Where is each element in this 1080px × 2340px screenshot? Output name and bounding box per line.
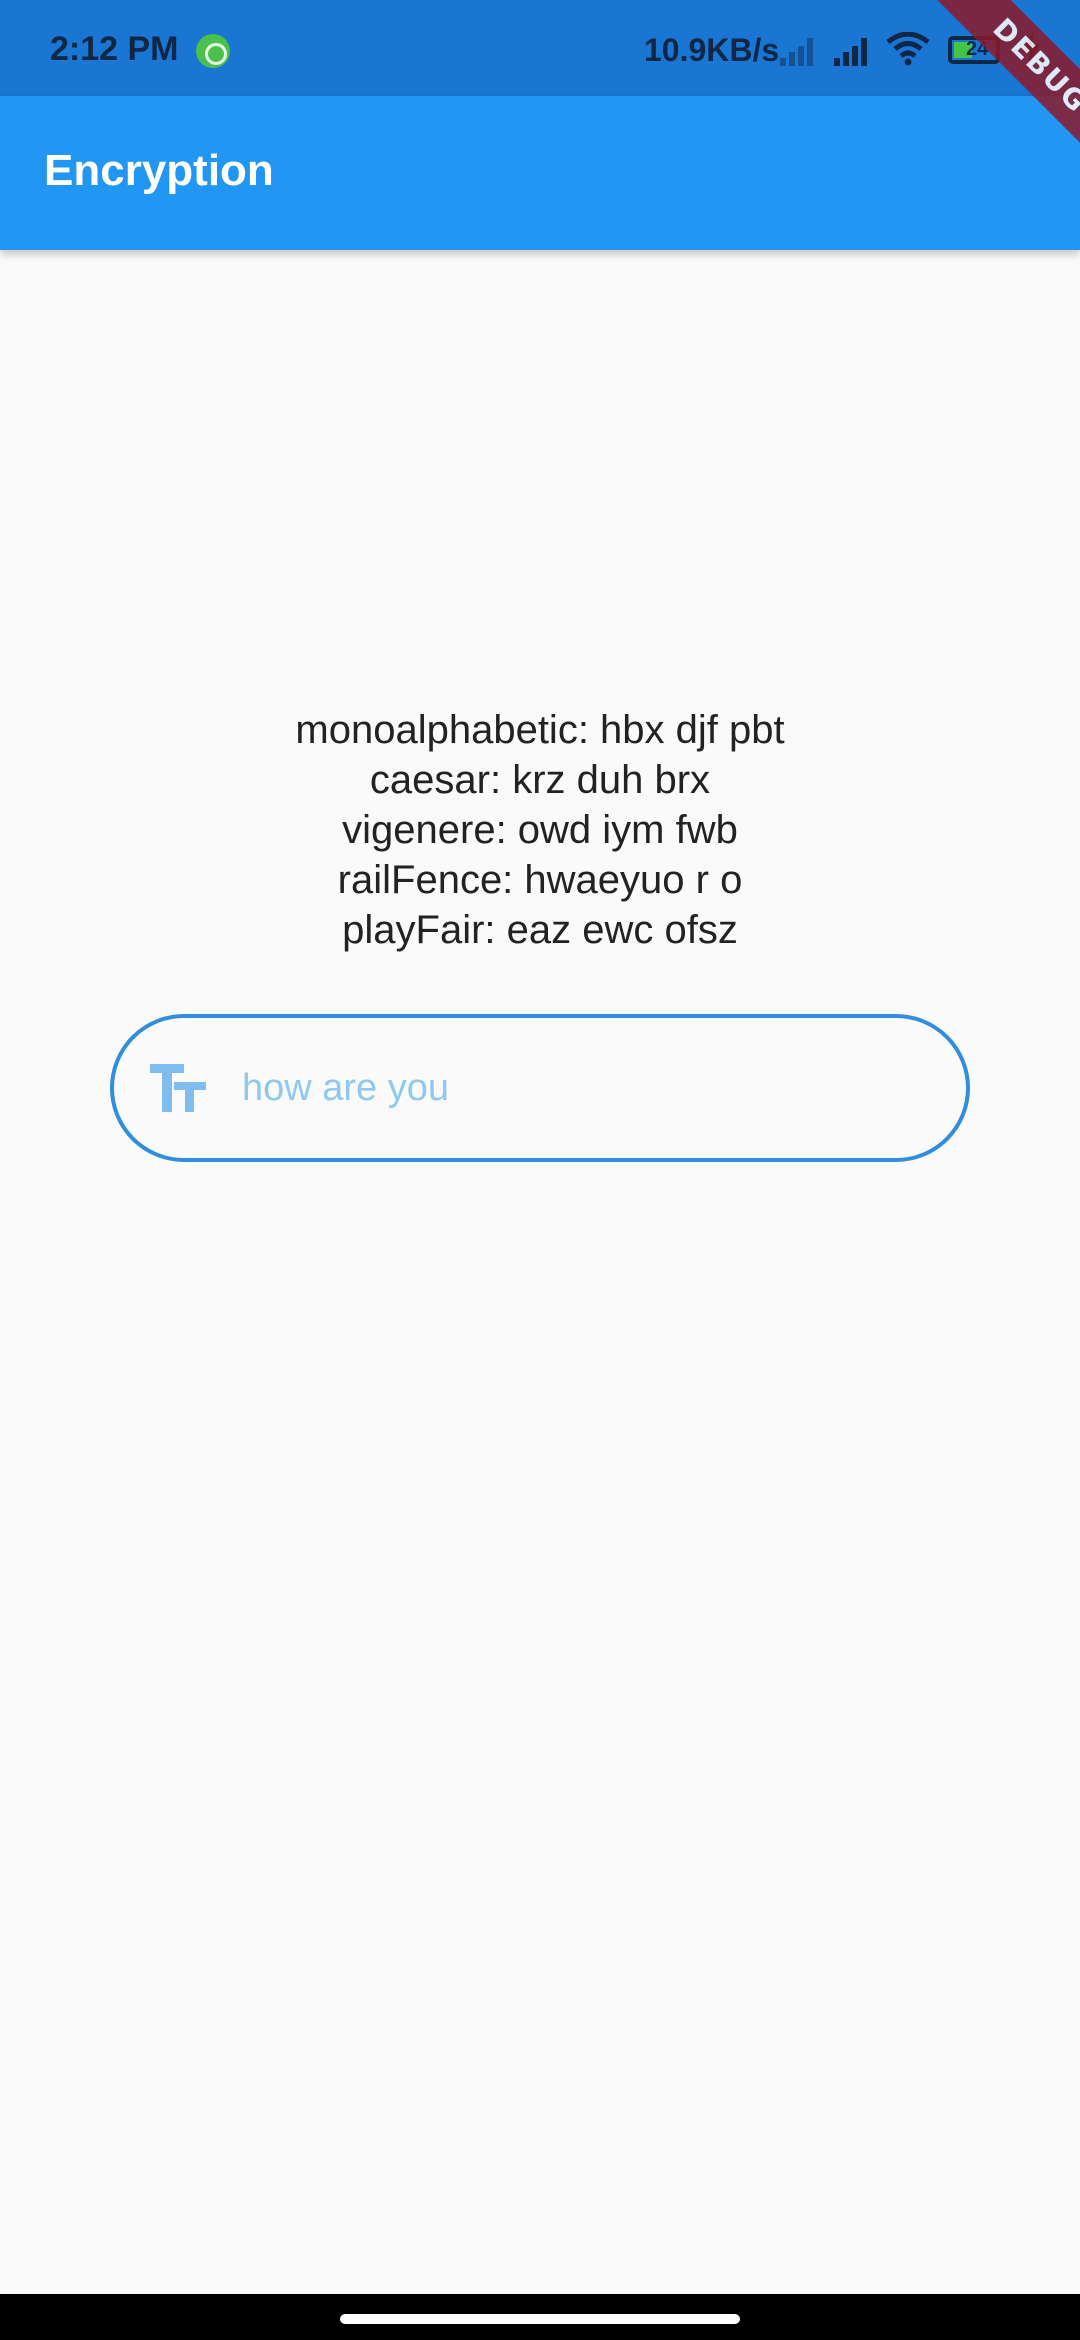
result-monoalphabetic: monoalphabetic: hbx djf pbt (295, 708, 785, 752)
result-railfence: railFence: hwaeyuo r o (337, 858, 743, 902)
result-playfair: playFair: eaz ewc ofsz (342, 908, 738, 952)
network-speed: 10.9KB/s (644, 32, 780, 68)
result-vigenere: vigenere: owd iym fwb (342, 808, 738, 852)
home-indicator[interactable] (340, 2314, 740, 2324)
status-time: 2:12 PM (50, 30, 179, 68)
signal-icon (834, 34, 874, 66)
navigation-bar (0, 2294, 1080, 2340)
page-title: Encryption (44, 146, 274, 195)
wifi-icon (886, 32, 930, 66)
result-caesar: caesar: krz duh brx (369, 758, 711, 802)
app-bar: Encryption (0, 96, 1080, 250)
encryption-results: monoalphabetic: hbx djf pbt caesar: krz … (0, 705, 1080, 955)
text-fields-icon (150, 1064, 206, 1112)
message-input[interactable] (242, 1048, 922, 1128)
app-notification-icon (196, 34, 230, 68)
signal-icon (780, 34, 820, 66)
status-bar: 2:12 PM 10.9KB/s 24 (0, 0, 1080, 96)
text-input-box[interactable] (110, 1014, 970, 1162)
screen: 2:12 PM 10.9KB/s 24 DEBUG Encryption mon… (0, 0, 1080, 2340)
